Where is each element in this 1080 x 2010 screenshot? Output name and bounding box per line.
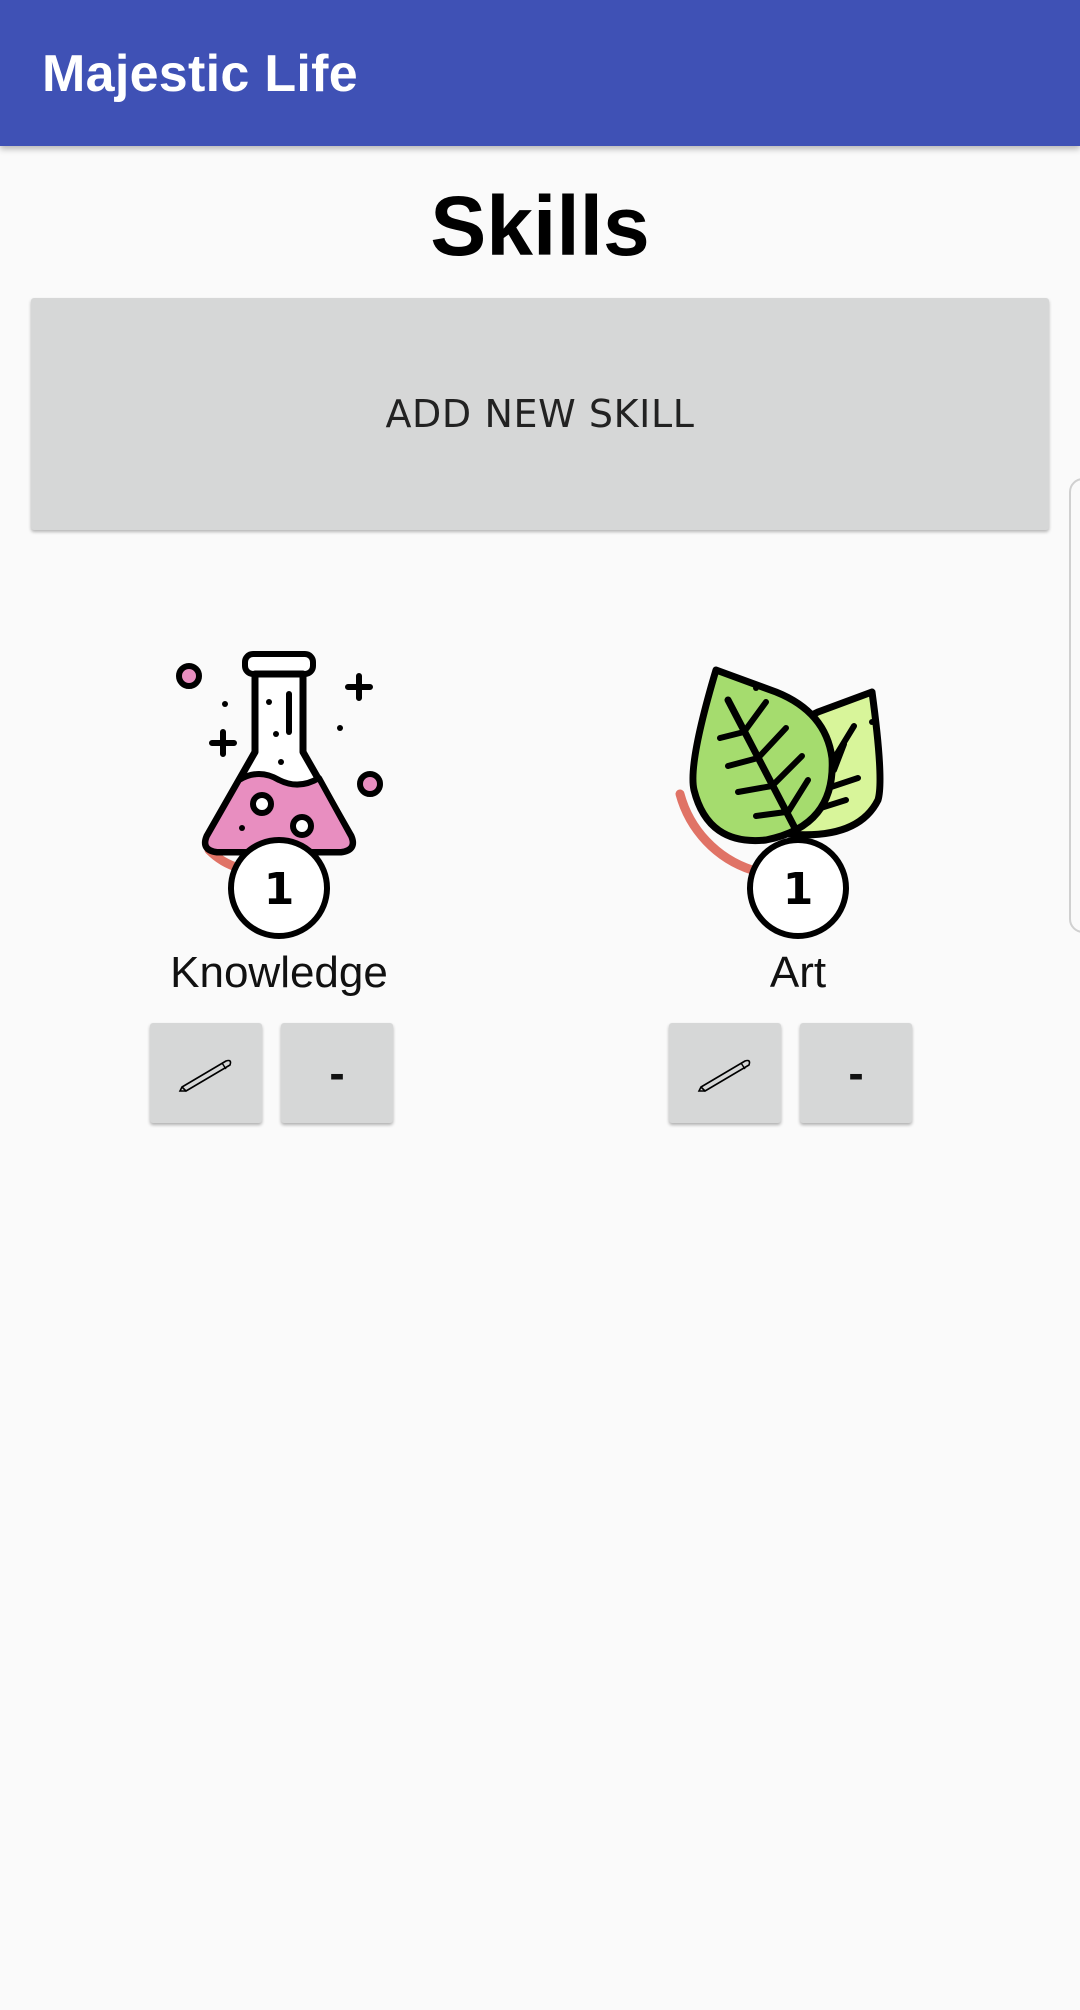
app-title: Majestic Life <box>42 45 359 103</box>
leaves-icon[interactable]: 1 <box>648 640 948 940</box>
edit-skill-button[interactable] <box>150 1023 262 1123</box>
skill-card-knowledge: 1 Knowledge - <box>129 640 429 1140</box>
remove-skill-button[interactable]: - <box>800 1023 912 1123</box>
skill-name: Knowledge <box>170 948 388 997</box>
edit-skill-button[interactable] <box>669 1023 781 1123</box>
edge-panel-handle[interactable] <box>1069 478 1080 933</box>
skill-level: 1 <box>264 864 295 915</box>
remove-skill-button[interactable]: - <box>281 1023 393 1123</box>
page-title: Skills <box>430 179 650 273</box>
pencil-icon <box>178 1059 232 1092</box>
add-new-skill-button[interactable]: ADD NEW SKILL <box>31 298 1049 530</box>
skill-level: 1 <box>783 864 814 915</box>
flask-icon[interactable]: 1 <box>129 640 429 940</box>
skill-name: Art <box>769 948 827 997</box>
add-new-skill-label: ADD NEW SKILL <box>385 392 695 436</box>
pencil-icon <box>697 1059 751 1092</box>
remove-label: - <box>848 1047 864 1099</box>
remove-label: - <box>329 1047 345 1099</box>
skill-card-art: 1 Art - <box>648 640 948 1140</box>
app-bar: Majestic Life <box>0 0 1080 146</box>
